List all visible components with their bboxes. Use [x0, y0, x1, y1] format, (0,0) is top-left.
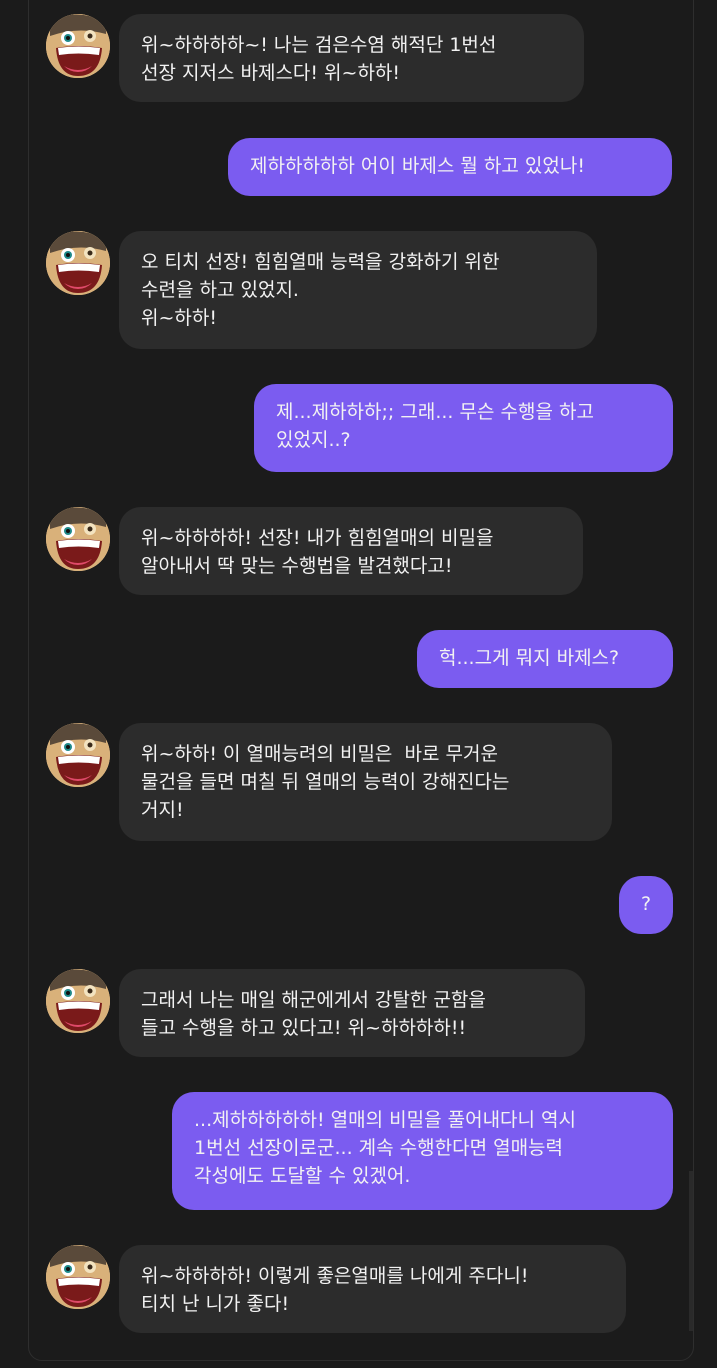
- bot-avatar-icon[interactable]: [46, 969, 110, 1033]
- user-message: 헉...그게 뭐지 바제스?: [417, 630, 673, 688]
- bot-avatar-icon[interactable]: [46, 14, 110, 78]
- bot-message: 위~하하하하~! 나는 검은수염 해적단 1번선 선장 지저스 바제스다! 위~…: [119, 14, 584, 102]
- bot-avatar-icon[interactable]: [46, 723, 110, 787]
- bot-message: 위~하하하하! 이렇게 좋은열매를 나에게 주다니! 티치 난 니가 좋다!: [119, 1245, 626, 1333]
- bot-message: 위~하하! 이 열매능려의 비밀은 바로 무거운 물건을 들면 며칠 뒤 열매의…: [119, 723, 612, 841]
- bot-avatar-icon[interactable]: [46, 1245, 110, 1309]
- user-message: 제...제하하하;; 그래... 무슨 수행을 하고 있었지..?: [254, 384, 673, 472]
- bot-message: 오 티치 선장! 힘힘열매 능력을 강화하기 위한 수련을 하고 있었지. 위~…: [119, 231, 597, 349]
- bot-avatar-icon[interactable]: [46, 507, 110, 571]
- bot-message: 그래서 나는 매일 해군에게서 강탈한 군함을 들고 수행을 하고 있다고! 위…: [119, 969, 585, 1057]
- bot-message: 위~하하하하! 선장! 내가 힘힘열매의 비밀을 알아내서 딱 맞는 수행법을 …: [119, 507, 583, 595]
- scrollbar[interactable]: [689, 1171, 693, 1331]
- user-message: 제하하하하하 어이 바제스 뭘 하고 있었나!: [228, 138, 672, 196]
- bot-avatar-icon[interactable]: [46, 231, 110, 295]
- user-message: ?: [619, 876, 673, 934]
- user-message: ...제하하하하하! 열매의 비밀을 풀어내다니 역시 1번선 선장이로군...…: [172, 1092, 673, 1210]
